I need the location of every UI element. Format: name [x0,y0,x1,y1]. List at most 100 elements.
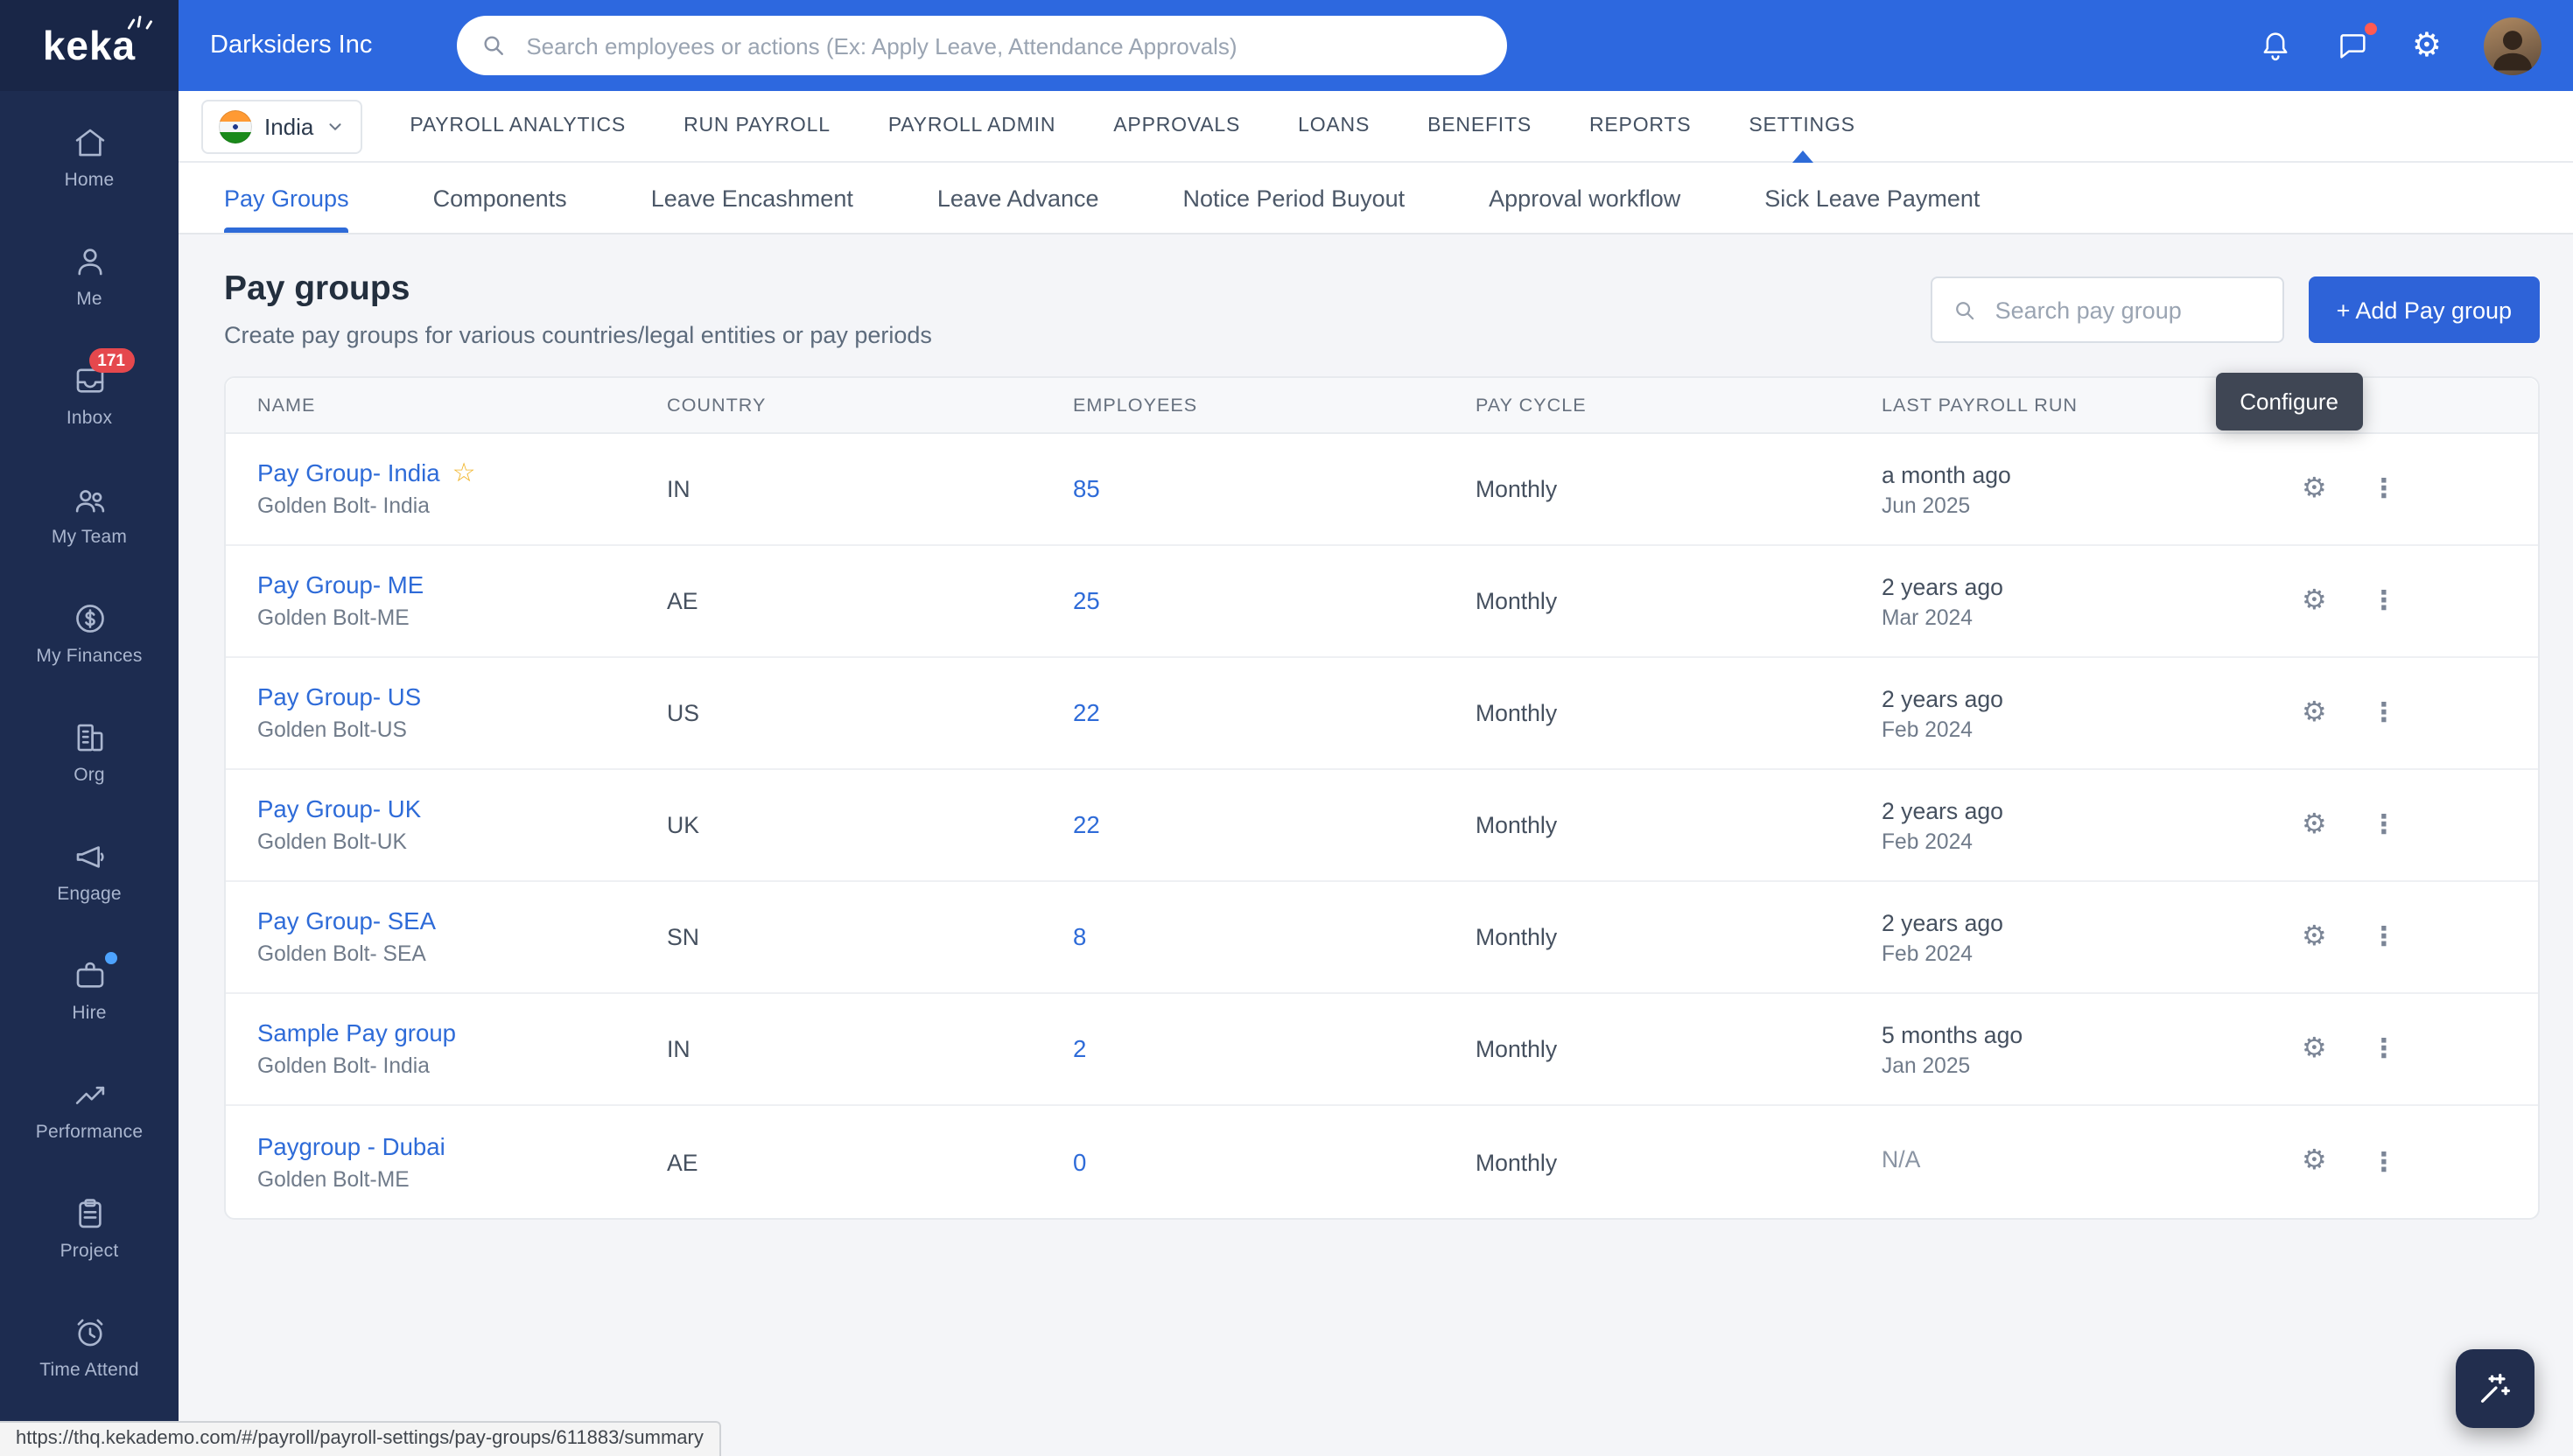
star-icon[interactable]: ☆ [452,460,476,486]
settings-subnav-tab[interactable]: Leave Advance [937,163,1099,233]
employee-count-link[interactable]: 0 [1073,1149,1086,1175]
sidebar-item-icon-wrap [71,1076,108,1113]
last-payroll-run-cell: 2 years ago Feb 2024 [1882,797,2302,853]
name-cell: Sample Pay group ☆ Golden Bolt- India [257,1020,667,1078]
employees-cell: 25 [1073,588,1476,614]
pay-group-name-link[interactable]: Paygroup - Dubai [257,1133,445,1159]
name-line: Paygroup - Dubai ☆ [257,1133,667,1159]
active-tab-indicator [1791,150,1812,163]
briefcase-icon [71,957,108,994]
table-row[interactable]: Pay Group- India ☆ Golden Bolt- India IN… [226,434,2538,546]
employee-count-link[interactable]: 8 [1073,924,1086,950]
configure-gear-icon[interactable]: ⚙ [2302,475,2327,503]
settings-subnav-tab[interactable]: Components [433,163,567,233]
sidebar-item[interactable]: Time Attend [0,1288,179,1407]
table-row[interactable]: Pay Group- UK ☆ Golden Bolt-UK UK 22 Mon… [226,770,2538,882]
pay-group-name-link[interactable]: Pay Group- SEA [257,908,436,934]
settings-subnav-tab[interactable]: Leave Encashment [651,163,853,233]
pay-group-search[interactable] [1931,276,2284,343]
employee-count-link[interactable]: 2 [1073,1036,1086,1062]
pay-group-name-link[interactable]: Pay Group- US [257,684,421,710]
row-actions: ⚙ ⋮ [2302,1035,2506,1063]
ai-assistant-button[interactable] [2456,1349,2534,1428]
last-run-relative: 2 years ago [1882,909,2302,935]
legal-entity-label: Golden Bolt- SEA [257,942,667,966]
table-row[interactable]: Pay Group- US ☆ Golden Bolt-US US 22 Mon… [226,658,2538,770]
pay-group-name-link[interactable]: Sample Pay group [257,1020,456,1046]
sidebar-item[interactable]: 171 Inbox [0,336,179,455]
notifications-bell-icon[interactable] [2258,28,2293,63]
sidebar-item[interactable]: Home [0,98,179,217]
sidebar-item[interactable]: Project [0,1169,179,1288]
payroll-nav-tab[interactable]: RUN PAYROLL [684,91,831,161]
global-search[interactable] [456,16,1506,75]
payroll-nav-tab[interactable]: BENEFITS [1427,91,1532,161]
payroll-nav-tab[interactable]: LOANS [1298,91,1370,161]
employees-cell: 0 [1073,1149,1476,1175]
last-run-date: Jun 2025 [1882,493,2302,517]
sidebar-item[interactable]: My Team [0,455,179,574]
sidebar-item-icon-wrap: 171 [71,362,108,399]
row-menu-kebab-icon[interactable]: ⋮ [2371,1036,2397,1062]
team-icon [71,481,108,518]
add-pay-group-button[interactable]: + Add Pay group [2309,276,2540,343]
settings-subnav-tab[interactable]: Approval workflow [1489,163,1680,233]
pay-group-name-link[interactable]: Pay Group- India [257,460,440,486]
sidebar-item[interactable]: Hire [0,931,179,1050]
configure-gear-icon[interactable]: ⚙ [2302,587,2327,615]
payroll-nav-tab-label: APPROVALS [1113,116,1240,136]
row-menu-kebab-icon[interactable]: ⋮ [2371,1149,2397,1175]
employee-count-link[interactable]: 22 [1073,812,1100,838]
alarm-clock-icon [71,1314,108,1351]
row-menu-kebab-icon[interactable]: ⋮ [2371,476,2397,502]
payroll-nav-tab[interactable]: REPORTS [1589,91,1691,161]
payroll-nav-tabs: PAYROLL ANALYTICS RUN PAYROLL PAYROLL AD… [410,91,1854,161]
settings-subnav-tab-label: Leave Encashment [651,185,853,211]
settings-subnav-tab[interactable]: Notice Period Buyout [1183,163,1406,233]
entity-label: India [264,113,313,139]
row-menu-kebab-icon[interactable]: ⋮ [2371,700,2397,726]
table-row[interactable]: Sample Pay group ☆ Golden Bolt- India IN… [226,994,2538,1106]
sidebar-item[interactable]: My Finances [0,574,179,693]
pay-group-name-link[interactable]: Pay Group- UK [257,796,421,822]
row-menu-kebab-icon[interactable]: ⋮ [2371,924,2397,950]
settings-subnav-tab[interactable]: Pay Groups [224,163,349,233]
pay-group-search-input[interactable] [1992,295,2263,325]
keka-logo[interactable]: keka [0,0,179,91]
employees-cell: 22 [1073,700,1476,726]
configure-gear-icon[interactable]: ⚙ [2302,923,2327,951]
country-cell: IN [667,1036,1073,1062]
payroll-nav-tab[interactable]: APPROVALS [1113,91,1240,161]
last-run-relative: 5 months ago [1882,1021,2302,1047]
table-row[interactable]: Pay Group- ME ☆ Golden Bolt-ME AE 25 Mon… [226,546,2538,658]
table-header-row: NAME COUNTRY EMPLOYEES PAY CYCLE LAST PA… [226,378,2538,434]
sidebar-item[interactable]: Performance [0,1050,179,1169]
payroll-nav-tab[interactable]: SETTINGS [1749,91,1854,161]
sidebar-item[interactable]: Me [0,217,179,336]
user-avatar[interactable] [2484,17,2541,74]
sidebar-item-icon-wrap [71,957,108,994]
page-subtitle: Create pay groups for various countries/… [224,322,932,348]
configure-gear-icon[interactable]: ⚙ [2302,811,2327,839]
messages-chat-icon[interactable] [2335,28,2370,63]
payroll-nav-tab[interactable]: PAYROLL ADMIN [888,91,1055,161]
row-menu-kebab-icon[interactable]: ⋮ [2371,812,2397,838]
sidebar-item[interactable]: Engage [0,812,179,931]
global-search-input[interactable] [522,31,1483,60]
payroll-nav-tab-label: PAYROLL ADMIN [888,116,1055,136]
employee-count-link[interactable]: 25 [1073,588,1100,614]
payroll-nav-tab[interactable]: PAYROLL ANALYTICS [410,91,626,161]
configure-gear-icon[interactable]: ⚙ [2302,699,2327,727]
table-row[interactable]: Paygroup - Dubai ☆ Golden Bolt-ME AE 0 M… [226,1106,2538,1218]
configure-gear-icon[interactable]: ⚙ [2302,1035,2327,1063]
entity-selector[interactable]: India [201,99,362,153]
table-row[interactable]: Pay Group- SEA ☆ Golden Bolt- SEA SN 8 M… [226,882,2538,994]
settings-gear-icon[interactable]: ⚙ [2412,29,2442,62]
sidebar-item[interactable]: Org [0,693,179,812]
employee-count-link[interactable]: 22 [1073,700,1100,726]
employee-count-link[interactable]: 85 [1073,476,1100,502]
configure-gear-icon[interactable]: ⚙ [2302,1148,2327,1176]
pay-group-name-link[interactable]: Pay Group- ME [257,572,424,598]
settings-subnav-tab[interactable]: Sick Leave Payment [1764,163,1980,233]
row-menu-kebab-icon[interactable]: ⋮ [2371,588,2397,614]
